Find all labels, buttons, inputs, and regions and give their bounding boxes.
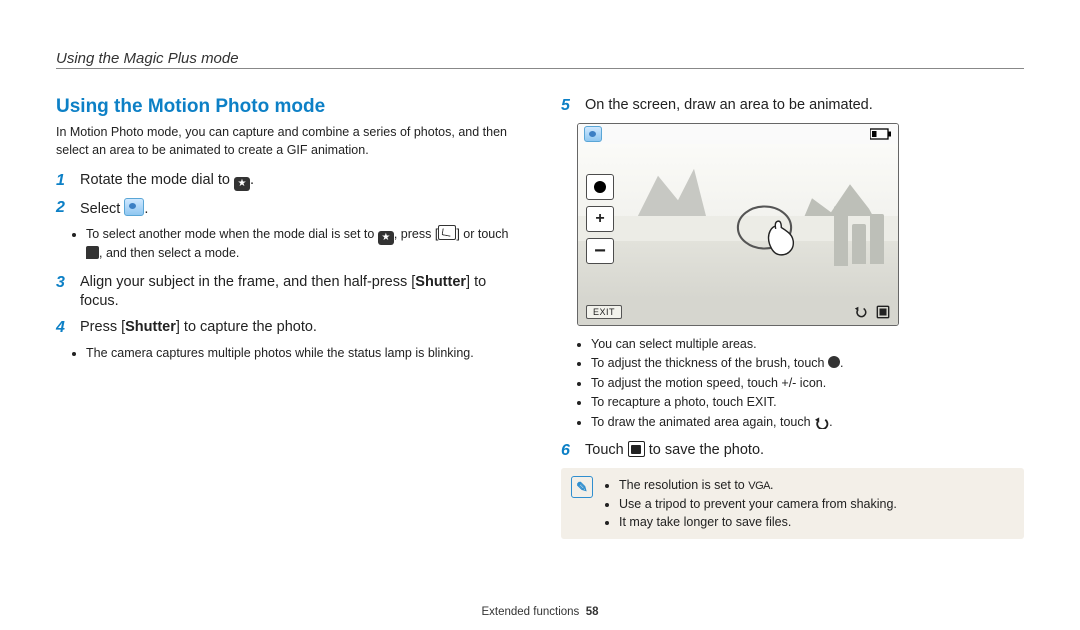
battery-icon [870,128,892,140]
toolbar: + − [586,174,612,264]
note-badge-icon: ✎ [571,476,593,498]
back-key-icon [438,225,456,240]
step-5-subnotes: You can select multiple areas. To adjust… [561,336,1024,432]
section-title: Using the Motion Photo mode [56,96,519,118]
exit-button[interactable]: EXIT [586,305,622,319]
mode-dial-icon: ★ [234,177,250,191]
manual-page: Using the Magic Plus mode Using the Moti… [0,0,1080,630]
speed-plus-button[interactable]: + [586,206,614,232]
speed-minus-button[interactable]: − [586,238,614,264]
camera-screenshot: + − EXIT [577,123,899,326]
right-column: 5 On the screen, draw an area to be anim… [561,96,1024,539]
draw-gesture-icon [733,196,803,266]
mode-touch-icon [86,246,99,259]
step-3: 3 Align your subject in the frame, and t… [56,273,519,312]
section-intro: In Motion Photo mode, you can capture an… [56,124,519,159]
motion-photo-icon [584,126,602,142]
step-5: 5 On the screen, draw an area to be anim… [561,96,1024,117]
step-2: 2 Select . [56,198,519,220]
chapter-title: Using the Magic Plus mode [56,50,1024,69]
mode-dial-icon: ★ [378,231,394,245]
screenshot-topbar [578,124,898,144]
save-icon[interactable] [876,305,890,319]
step-text: Rotate the mode dial to [80,172,234,188]
step-6: 6 Touch to save the photo. [561,441,1024,462]
step-2-subnote: To select another mode when the mode dia… [56,225,519,263]
step-1: 1 Rotate the mode dial to ★. [56,171,519,192]
vga-label: VGA [748,480,770,492]
step-number: 5 [561,96,575,117]
step-number: 4 [56,318,70,339]
left-column: Using the Motion Photo mode In Motion Ph… [56,96,519,539]
step-text: Select [80,201,124,217]
step-number: 6 [561,441,575,462]
step-number: 3 [56,273,70,312]
step-number: 2 [56,198,70,220]
footer-section: Extended functions [481,606,579,618]
page-footer: Extended functions 58 [0,606,1080,618]
step-number: 1 [56,171,70,192]
screenshot-footer: EXIT [578,299,898,325]
page-number: 58 [586,606,599,618]
save-icon [628,441,645,457]
motion-photo-icon [124,198,144,216]
step-4: 4 Press [Shutter] to capture the photo. [56,318,519,339]
brush-size-button[interactable] [586,174,614,200]
note-box: ✎ The resolution is set to VGA. Use a tr… [561,468,1024,539]
undo-icon [814,416,829,429]
step-4-subnote: The camera captures multiple photos whil… [56,345,519,363]
screenshot-body: + − [578,144,898,299]
undo-icon[interactable] [854,305,868,319]
brush-icon [828,356,840,368]
